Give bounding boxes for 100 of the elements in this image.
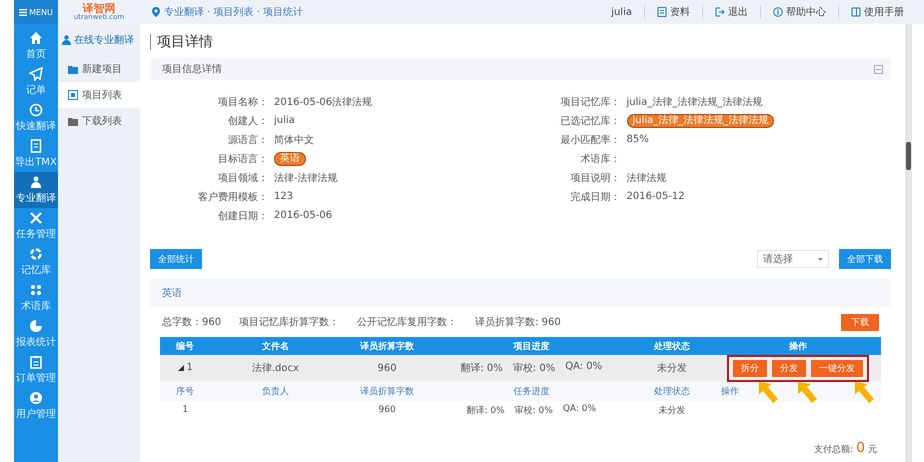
payment-label: 支付总额:	[814, 444, 854, 456]
scrollbar[interactable]	[905, 24, 912, 462]
field-value: 2016-05-06法律法规	[273, 96, 372, 108]
column-header: 译员折算字数	[340, 337, 434, 355]
menu-icon	[19, 8, 28, 16]
exit-icon	[715, 7, 725, 17]
subnav-item[interactable]: 项目列表	[58, 82, 140, 108]
section-header: 英语	[150, 279, 891, 307]
clock-icon	[29, 103, 43, 117]
column-header: 文件名	[210, 337, 340, 355]
download-button[interactable]: 下载	[841, 314, 879, 330]
column-header: 序号	[176, 386, 194, 396]
column-header: 处理状态	[654, 386, 690, 396]
ring-icon	[29, 247, 43, 261]
subnav-title: 在线专业翻译	[74, 34, 134, 47]
pointer-arrow	[798, 382, 818, 402]
column-header: 操作	[721, 386, 740, 396]
sidebar-item[interactable]: 记单	[14, 64, 58, 100]
logo-name: 译智网	[82, 3, 116, 14]
menu-button[interactable]: MENU	[14, 0, 58, 24]
toolbar-link[interactable]: 退出	[715, 5, 748, 19]
sidebar-item[interactable]: 首页	[14, 28, 58, 64]
subnav-item[interactable]: 下载列表	[58, 108, 140, 134]
field-label: 源语言：	[227, 134, 268, 146]
pie-chart-icon	[29, 319, 43, 333]
toolbar-link[interactable]: 使用手册	[851, 5, 904, 19]
stat-text: 项目记忆库折算字数：	[239, 316, 340, 329]
field-label: 客户费用模板：	[197, 190, 268, 204]
payment-amount: 0	[856, 440, 865, 456]
table-cell-text: 审校: 0%	[514, 404, 553, 416]
field-value: 123	[273, 191, 294, 202]
stat-text: 公开记忆库复用字数：	[357, 316, 458, 329]
table-cell: 未分发	[658, 406, 686, 416]
column-header: 操作	[715, 337, 881, 355]
field-label: 创建人：	[227, 114, 268, 128]
clipboard-icon	[29, 355, 43, 369]
sidebar-item[interactable]: 术语库	[14, 280, 58, 316]
toolbar-link[interactable]: 资料	[657, 5, 690, 19]
person-icon	[62, 35, 71, 45]
stats-button[interactable]: 全部统计	[150, 249, 202, 269]
dropdown-caret-icon	[818, 258, 823, 260]
table-cell-text: 翻译: 0%	[466, 404, 505, 416]
pointer-arrow	[759, 382, 778, 402]
user-icon	[29, 391, 43, 405]
sidebar-item[interactable]: 专业翻译	[14, 172, 58, 208]
field-label: 目标语言：	[217, 152, 268, 166]
field-label: 完成日期：	[570, 190, 620, 204]
column-header: 负责人	[262, 386, 289, 396]
book-icon	[851, 7, 861, 17]
help-icon	[773, 7, 783, 17]
field-value: 2016-05-06	[273, 210, 332, 221]
document-icon	[657, 7, 667, 17]
table-cell: 960	[378, 362, 397, 374]
person-icon	[29, 175, 43, 189]
field-label: 创建日期：	[217, 210, 268, 222]
field-label: 术语库：	[580, 152, 620, 166]
field-value: 2016-05-12	[626, 191, 685, 202]
table-cell: 1	[182, 405, 188, 415]
sidebar-item[interactable]: 快速翻译	[14, 100, 58, 136]
sidebar-item[interactable]: 记忆库	[14, 244, 58, 280]
table-cell: 法律.docx	[252, 363, 299, 374]
field-value: 简体中文	[273, 134, 314, 146]
action-button[interactable]: 分发	[772, 360, 806, 376]
column-header: 译员折算字数	[360, 386, 414, 396]
pointer-arrow	[855, 382, 874, 402]
stat-text: 译员折算字数: 960	[475, 316, 561, 329]
column-header: 任务进度	[513, 386, 550, 396]
dots-icon	[29, 283, 43, 297]
sidebar-item[interactable]: 导出TMX	[14, 136, 58, 172]
location-pin-icon	[152, 7, 160, 17]
sidebar-item[interactable]: 订单管理	[14, 352, 58, 388]
table-cell-text: QA: 0%	[565, 361, 602, 374]
table-cell: 1	[186, 362, 193, 374]
action-button[interactable]: 拆分	[733, 360, 768, 376]
field-label: 项目记忆库：	[560, 96, 620, 108]
sidebar-item[interactable]: 任务管理	[14, 208, 58, 244]
expanded-triangle-icon[interactable]	[178, 364, 184, 371]
table-cell: 960	[378, 405, 396, 415]
download-all-button[interactable]: 全部下载	[839, 249, 891, 269]
scrollbar-thumb[interactable]	[906, 142, 911, 170]
field-label: 已选记忆库：	[560, 114, 620, 128]
field-label: 项目名称：	[217, 96, 268, 108]
column-header: 编号	[160, 337, 210, 355]
sidebar-item[interactable]: 用户管理	[14, 388, 58, 424]
page-title: 项目详情	[150, 34, 891, 50]
toolbar-link[interactable]: 帮助中心	[773, 5, 826, 19]
field-label: 项目领域：	[217, 172, 268, 184]
field-value: julia_法律_法律法规_法律法规	[625, 96, 762, 108]
document-icon	[29, 139, 43, 153]
sidebar-item[interactable]: 报表统计	[14, 316, 58, 352]
select-field[interactable]: 请选择	[757, 250, 829, 268]
list-icon	[68, 90, 78, 100]
table-cell-text: QA: 0%	[562, 404, 596, 416]
home-icon	[29, 31, 43, 45]
panel-title: 项目信息详情	[162, 62, 222, 76]
table-cell: 未分发	[656, 363, 687, 374]
field-value: 85%	[626, 134, 649, 145]
paper-plane-icon	[29, 67, 43, 81]
subnav-item[interactable]: 新建项目	[58, 56, 140, 82]
action-button[interactable]: 一键分发	[811, 360, 864, 376]
